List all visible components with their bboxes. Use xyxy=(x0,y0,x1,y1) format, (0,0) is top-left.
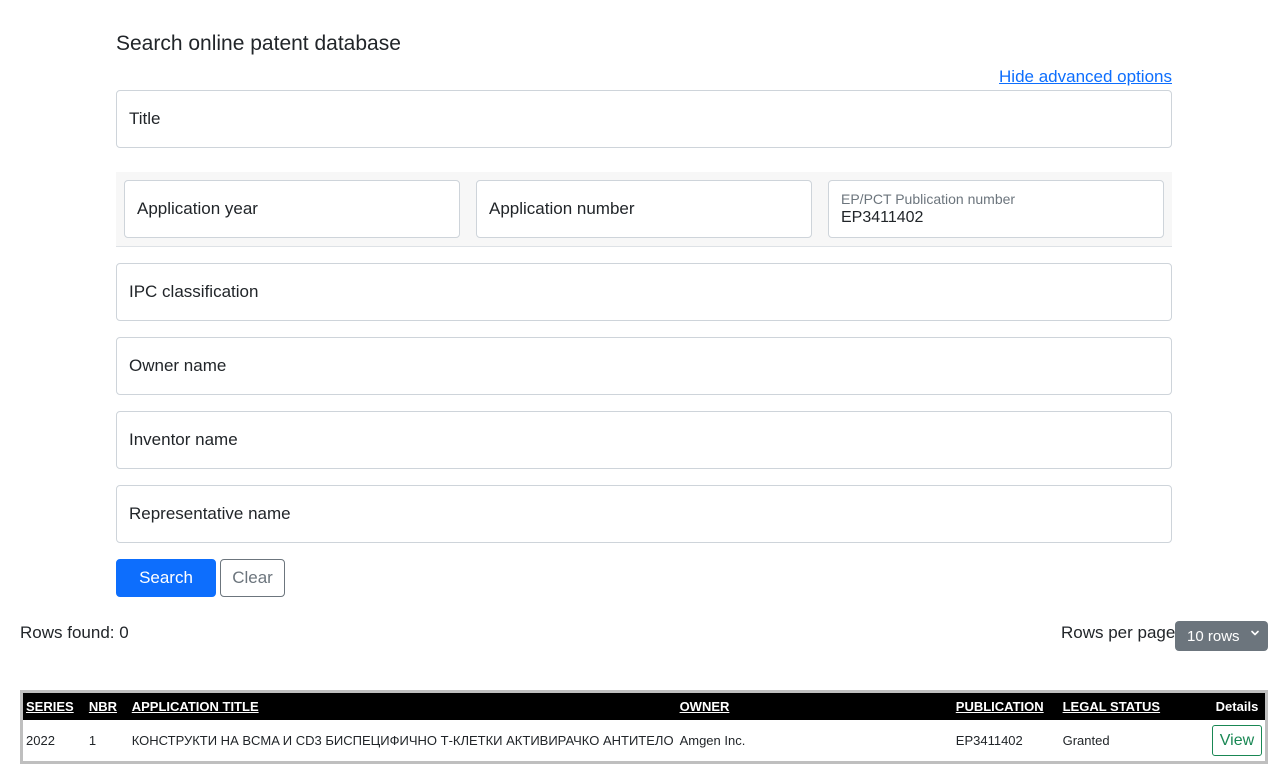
ipc-classification-placeholder: IPC classification xyxy=(129,282,259,301)
column-header-details: Details xyxy=(1215,699,1259,714)
application-year-field[interactable]: Application year xyxy=(124,180,460,238)
hide-advanced-options-link[interactable]: Hide advanced options xyxy=(999,67,1172,87)
rows-per-page-label: Rows per page xyxy=(1061,623,1176,642)
inventor-name-field[interactable]: Inventor name xyxy=(116,411,1172,469)
cell-application-title: КОНСТРУКТИ НА BCMA И CD3 БИСПЕЦИФИЧНО Т-… xyxy=(131,733,674,748)
view-button[interactable]: View xyxy=(1212,725,1262,756)
chevron-down-icon xyxy=(1251,630,1259,636)
column-header-nbr[interactable]: NBR xyxy=(86,693,129,720)
column-header-legal-status[interactable]: LEGAL STATUS xyxy=(1060,693,1209,720)
cell-series: 2022 xyxy=(26,733,55,748)
rows-per-page-select[interactable]: 10 rows xyxy=(1175,621,1268,651)
cell-owner: Amgen Inc. xyxy=(679,733,746,748)
table-row: 2022 1 КОНСТРУКТИ НА BCMA И CD3 БИСПЕЦИФ… xyxy=(23,720,1265,761)
results-table: SERIES NBR APPLICATION TITLE OWNER PUBLI… xyxy=(20,690,1268,764)
search-button[interactable]: Search xyxy=(116,559,216,597)
table-header-row: SERIES NBR APPLICATION TITLE OWNER PUBLI… xyxy=(23,693,1265,720)
title-placeholder: Title xyxy=(129,109,161,128)
column-header-publication[interactable]: PUBLICATION xyxy=(953,693,1060,720)
ipc-classification-field[interactable]: IPC classification xyxy=(116,263,1172,321)
column-header-series[interactable]: SERIES xyxy=(23,693,86,720)
representative-name-field[interactable]: Representative name xyxy=(116,485,1172,543)
cell-legal-status: Granted xyxy=(1062,733,1110,748)
application-year-placeholder: Application year xyxy=(137,199,258,218)
publication-number-value: EP3411402 xyxy=(841,208,924,226)
page-heading: Search online patent database xyxy=(116,32,401,55)
rows-found: Rows found: 0 xyxy=(20,623,129,642)
representative-name-placeholder: Representative name xyxy=(129,504,291,523)
inventor-name-placeholder: Inventor name xyxy=(129,430,238,449)
application-number-field[interactable]: Application number xyxy=(476,180,812,238)
title-field[interactable]: Title xyxy=(116,90,1172,148)
cell-details: View xyxy=(1209,720,1265,761)
column-header-application-title[interactable]: APPLICATION TITLE xyxy=(129,693,677,720)
column-header-owner[interactable]: OWNER xyxy=(677,693,953,720)
publication-number-label: EP/PCT Publication number xyxy=(841,190,1016,207)
owner-name-placeholder: Owner name xyxy=(129,356,227,375)
clear-button[interactable]: Clear xyxy=(220,559,285,597)
rows-per-page-value: 10 rows xyxy=(1187,627,1240,645)
owner-name-field[interactable]: Owner name xyxy=(116,337,1172,395)
publication-number-field[interactable]: EP/PCT Publication number EP3411402 xyxy=(828,180,1164,238)
cell-nbr: 1 xyxy=(88,733,97,748)
application-number-placeholder: Application number xyxy=(489,199,635,218)
cell-publication: EP3411402 xyxy=(955,733,1023,748)
